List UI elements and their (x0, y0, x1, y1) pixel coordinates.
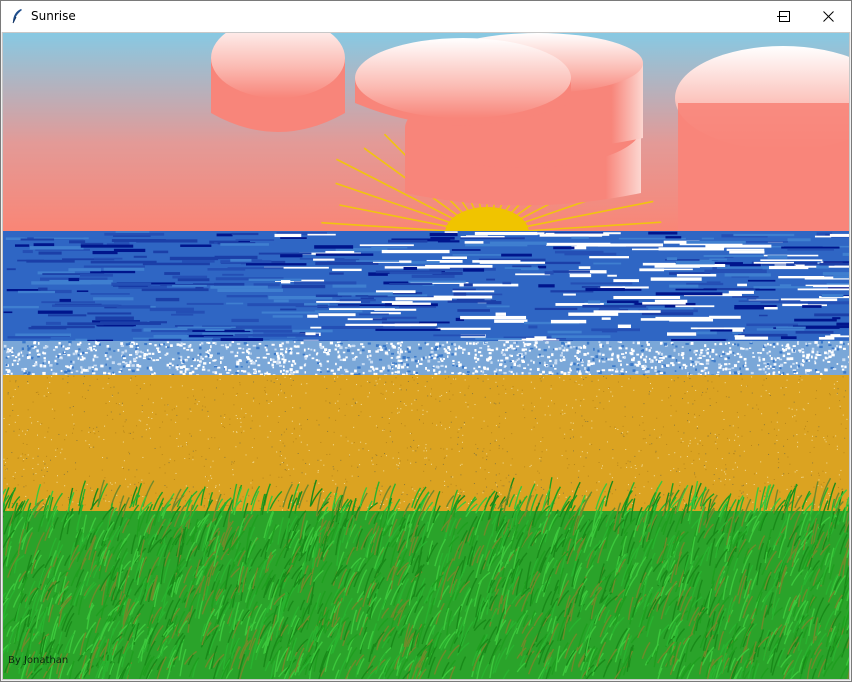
sunrise-scene (3, 33, 849, 679)
grass-base (3, 511, 849, 679)
drawing-canvas[interactable]: By Jonathan (2, 32, 850, 680)
app-window: Sunrise By Jonathan (0, 0, 852, 682)
title-bar[interactable]: Sunrise (1, 1, 851, 32)
feather-icon (12, 9, 22, 24)
cloud (675, 46, 849, 233)
author-credit: By Jonathan (8, 655, 69, 666)
maximize-icon (778, 11, 790, 22)
close-button[interactable] (805, 1, 851, 32)
cloud (355, 38, 571, 126)
close-icon (822, 11, 834, 22)
maximize-button[interactable] (761, 1, 807, 32)
cloud (211, 33, 345, 132)
window-title: Sunrise (31, 9, 76, 23)
